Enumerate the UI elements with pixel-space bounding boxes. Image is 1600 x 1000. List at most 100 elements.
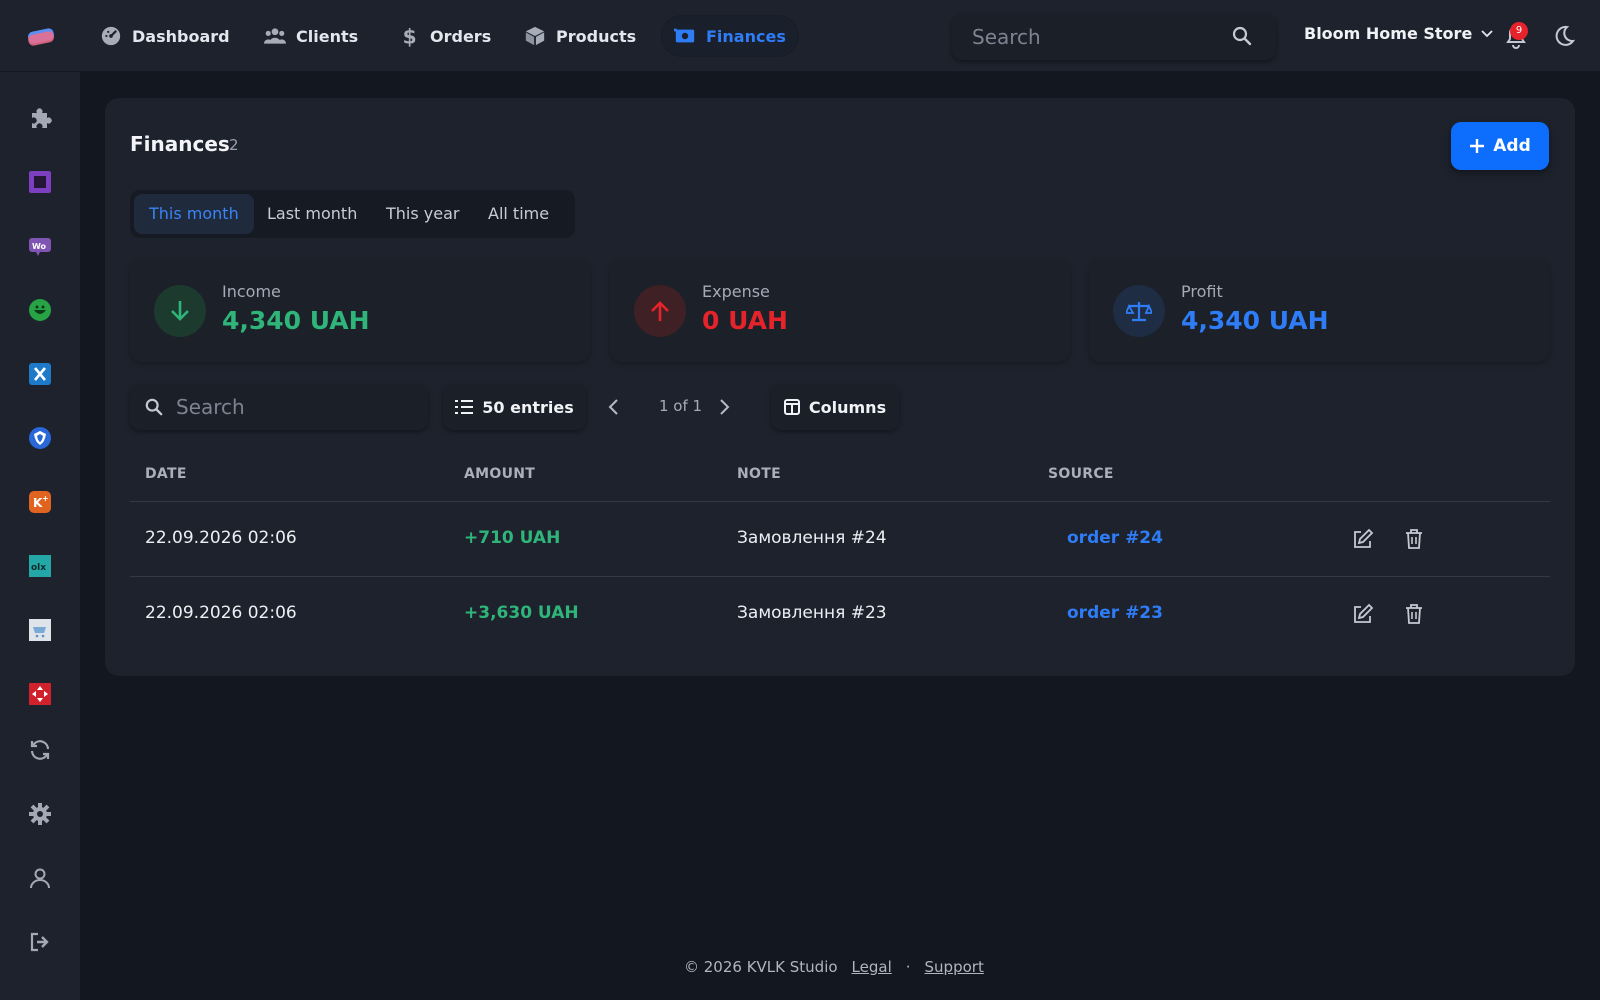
green-app-icon[interactable] xyxy=(28,298,52,322)
income-icon-wrap xyxy=(154,285,206,337)
cell-amount: +3,630 UAH xyxy=(464,603,579,623)
cell-date: 22.09.2026 02:06 xyxy=(145,528,297,548)
global-search xyxy=(952,14,1276,60)
columns-icon xyxy=(783,399,800,415)
chevron-left-icon[interactable] xyxy=(603,396,625,418)
svg-text:Wo: Wo xyxy=(32,242,47,251)
page-title: Finances xyxy=(130,132,230,156)
finances-card: Finances 2 Add This month Last month Thi… xyxy=(105,98,1575,676)
users-icon xyxy=(264,28,286,44)
svg-text:+: + xyxy=(42,494,49,503)
period-this-month[interactable]: This month xyxy=(134,194,254,234)
top-navbar: Dashboard Clients $ Orders Products Fina… xyxy=(0,0,1600,72)
store-selector[interactable]: Bloom Home Store xyxy=(1304,24,1494,43)
notification-badge: 9 xyxy=(1510,22,1528,40)
nav-dashboard[interactable]: Dashboard xyxy=(88,16,242,56)
trash-icon[interactable] xyxy=(1403,528,1425,550)
cell-note: Замовлення #23 xyxy=(737,603,887,623)
nav-label: Clients xyxy=(296,26,359,46)
search-icon xyxy=(145,398,163,416)
olx-icon[interactable]: olx xyxy=(28,554,52,578)
app-logo-icon[interactable] xyxy=(26,26,56,48)
th-note[interactable]: NOTE xyxy=(737,466,781,482)
table-search-input[interactable] xyxy=(176,384,416,430)
period-all-time[interactable]: All time xyxy=(473,194,564,234)
entries-selector[interactable]: 50 entries xyxy=(443,384,586,430)
add-button[interactable]: Add xyxy=(1451,122,1549,170)
columns-label: Columns xyxy=(808,397,887,417)
row-divider xyxy=(130,576,1550,577)
edit-icon[interactable] xyxy=(1352,528,1374,550)
dollar-icon: $ xyxy=(403,25,417,47)
header-divider xyxy=(130,501,1550,502)
income-label: Income xyxy=(222,282,281,301)
square-app-icon[interactable] xyxy=(28,170,52,194)
income-stat: Income 4,340 UAH xyxy=(130,260,590,362)
period-filter: This month Last month This year All time xyxy=(130,190,575,238)
user-icon[interactable] xyxy=(28,866,52,890)
record-count: 2 xyxy=(229,136,239,154)
box-icon xyxy=(525,26,545,46)
period-this-year[interactable]: This year xyxy=(371,194,474,234)
entries-label: 50 entries xyxy=(482,397,574,417)
expense-value: 0 UAH xyxy=(702,306,788,335)
support-link[interactable]: Support xyxy=(925,958,984,976)
chevron-right-icon[interactable] xyxy=(713,396,735,418)
arrow-up-icon xyxy=(651,301,669,321)
legal-link[interactable]: Legal xyxy=(852,958,892,976)
nav-orders[interactable]: $ Orders xyxy=(386,16,503,56)
columns-button[interactable]: Columns xyxy=(771,384,899,430)
edit-icon[interactable] xyxy=(1352,603,1374,625)
profit-icon-wrap xyxy=(1113,285,1165,337)
sync-icon[interactable] xyxy=(28,738,52,762)
k-app-icon[interactable]: K + xyxy=(28,490,52,514)
woo-icon[interactable]: Wo xyxy=(28,234,52,258)
expense-icon-wrap xyxy=(634,285,686,337)
add-button-label: Add xyxy=(1493,136,1531,156)
income-value: 4,340 UAH xyxy=(222,306,370,335)
cell-note: Замовлення #24 xyxy=(737,528,887,548)
profit-value: 4,340 UAH xyxy=(1181,306,1329,335)
cell-source-link[interactable]: order #23 xyxy=(1067,603,1163,623)
nav-label: Orders xyxy=(430,26,492,46)
scale-icon xyxy=(1126,302,1152,322)
th-date[interactable]: DATE xyxy=(145,466,187,482)
nav-label: Dashboard xyxy=(132,26,230,46)
table-search xyxy=(130,384,428,430)
th-source[interactable]: SOURCE xyxy=(1048,466,1114,482)
gauge-icon xyxy=(101,26,121,46)
shield-app-icon[interactable] xyxy=(28,426,52,450)
moon-icon[interactable] xyxy=(1552,24,1576,48)
cell-date: 22.09.2026 02:06 xyxy=(145,603,297,623)
period-last-month[interactable]: Last month xyxy=(252,194,372,234)
gear-icon[interactable] xyxy=(28,802,52,826)
profit-label: Profit xyxy=(1181,282,1223,301)
cell-source-link[interactable]: order #24 xyxy=(1067,528,1163,548)
puzzle-icon[interactable] xyxy=(28,106,52,130)
nav-finances[interactable]: Finances xyxy=(662,16,798,56)
svg-text:olx: olx xyxy=(31,563,46,573)
list-icon xyxy=(455,400,474,414)
money-icon xyxy=(674,28,695,43)
nav-label: Products xyxy=(556,26,637,46)
copyright: © 2026 KVLK Studio xyxy=(684,958,838,976)
plus-icon xyxy=(1470,139,1485,153)
arrow-down-icon xyxy=(171,301,189,321)
red-app-icon[interactable] xyxy=(28,682,52,706)
store-name: Bloom Home Store xyxy=(1304,24,1473,43)
trash-icon[interactable] xyxy=(1403,603,1425,625)
search-icon[interactable] xyxy=(1232,26,1252,46)
footer: © 2026 KVLK Studio Legal · Support xyxy=(684,958,984,976)
pager-status: 1 of 1 xyxy=(659,397,703,415)
cart-app-icon[interactable] xyxy=(28,618,52,642)
nav-label: Finances xyxy=(706,26,786,46)
nav-clients[interactable]: Clients xyxy=(252,16,370,56)
th-amount[interactable]: AMOUNT xyxy=(464,466,535,482)
profit-stat: Profit 4,340 UAH xyxy=(1089,260,1549,362)
global-search-input[interactable] xyxy=(952,14,1222,60)
expense-stat: Expense 0 UAH xyxy=(610,260,1070,362)
expense-label: Expense xyxy=(702,282,770,301)
x-app-icon[interactable] xyxy=(28,362,52,386)
logout-icon[interactable] xyxy=(28,930,52,954)
nav-products[interactable]: Products xyxy=(512,16,648,56)
